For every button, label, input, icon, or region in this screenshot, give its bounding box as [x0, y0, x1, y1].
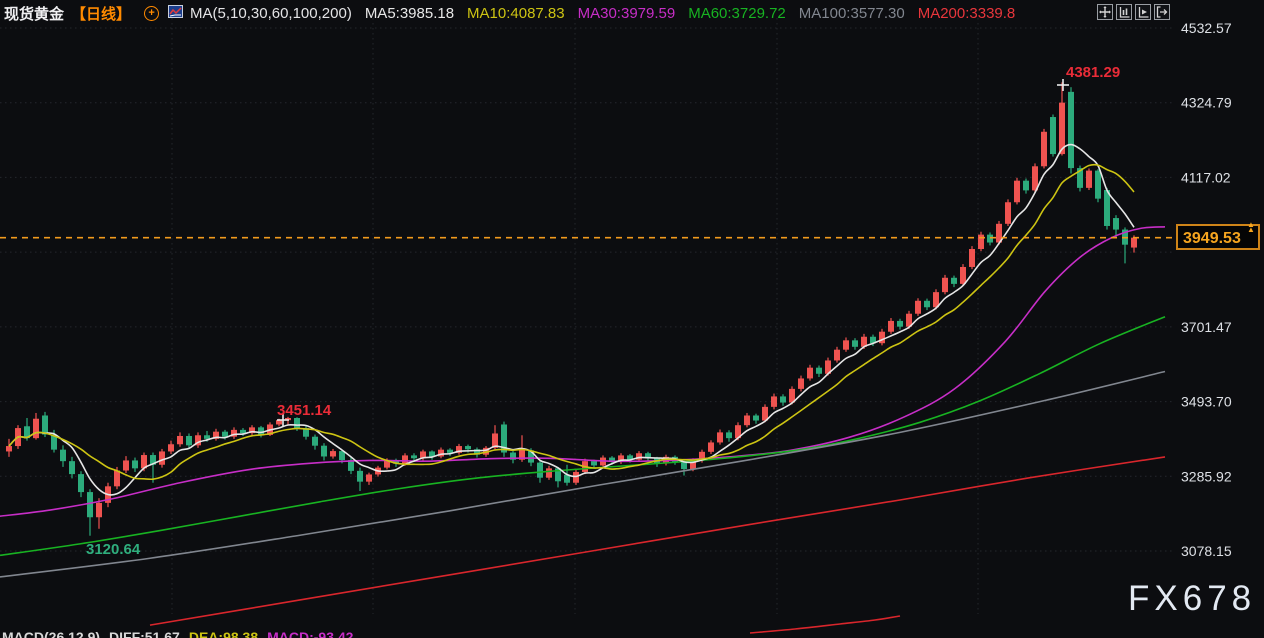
ma-lines: [0, 145, 1165, 626]
chart-type-icon[interactable]: [168, 4, 183, 23]
dea-value: DEA:98.38: [189, 629, 258, 638]
high-price-annotation: 4381.29: [1066, 64, 1120, 81]
macd-preview: [750, 616, 900, 633]
ma200-value: MA200:3339.8: [918, 5, 1016, 22]
right-axis-chart-icon: [1137, 6, 1149, 18]
y-axis-labels: 4532.57 4324.79 4117.02 3701.47 3493.70 3285.…: [1181, 20, 1232, 559]
period-label: 【日线】: [71, 3, 131, 24]
y-axis-tick-label: 3701.47: [1181, 319, 1232, 335]
ma10-value: MA10:4087.83: [467, 5, 565, 22]
y-axis-tick-label: 4532.57: [1181, 20, 1232, 36]
pan-crosshair-button[interactable]: [1097, 4, 1113, 20]
symbol-title: 现货黄金: [4, 3, 64, 24]
diff-value: DIFF:51.67: [109, 629, 180, 638]
macd-diff-line-preview: [750, 616, 900, 633]
ma100-value: MA100:3577.30: [799, 5, 905, 22]
price-up-arrows-icon: ▲▲: [1247, 222, 1255, 232]
ma60-value: MA60:3729.72: [688, 5, 786, 22]
y-axis-tick-label: 4324.79: [1181, 95, 1232, 111]
pan-crosshair-icon: [1099, 6, 1111, 18]
exit-fullscreen-icon: [1156, 6, 1168, 18]
low-price-annotation: 3120.64: [86, 541, 140, 558]
macd-value: MACD:-93.42: [267, 629, 353, 638]
ma30-value: MA30:3979.59: [578, 5, 676, 22]
swing-high-annotation: 3451.14: [277, 402, 331, 419]
trading-chart-window: 4532.57 4324.79 4117.02 3701.47 3493.70 3285.…: [0, 0, 1264, 638]
ma5-value: MA5:3985.18: [365, 5, 454, 22]
y-axis-tick-label: 3493.70: [1181, 394, 1232, 410]
zoom-plus-icon[interactable]: +: [144, 6, 159, 21]
fx678-watermark: FX678: [1128, 579, 1256, 619]
ma-line-MA200: [150, 457, 1165, 625]
y-axis-tick-label: 3078.15: [1181, 543, 1232, 559]
macd-legend-row: MACD(26,12,9) DIFF:51.67 DEA:98.38 MACD:…: [2, 629, 353, 638]
candlestick-chart[interactable]: 4532.57 4324.79 4117.02 3701.47 3493.70 3285.…: [0, 0, 1264, 638]
right-axis-chart-button[interactable]: [1135, 4, 1151, 20]
chart-toolbar: [1097, 4, 1170, 20]
ma-group-label: MA(5,10,30,60,100,200): [190, 5, 352, 22]
y-axis-tick-label: 3285.92: [1181, 468, 1232, 484]
ma-line-MA60: [0, 317, 1165, 556]
ma-line-MA10: [9, 165, 1134, 480]
chart-legend-bar: 现货黄金 【日线】 + MA(5,10,30,60,100,200) MA5:3…: [4, 3, 1015, 24]
left-axis-chart-icon: [1118, 6, 1130, 18]
exit-fullscreen-button[interactable]: [1154, 4, 1170, 20]
grid-lines: [0, 18, 1172, 614]
left-axis-chart-button[interactable]: [1116, 4, 1132, 20]
y-axis-tick-label: 4117.02: [1181, 169, 1231, 185]
ma-line-MA30: [0, 227, 1165, 516]
macd-params-label: MACD(26,12,9): [2, 629, 100, 638]
